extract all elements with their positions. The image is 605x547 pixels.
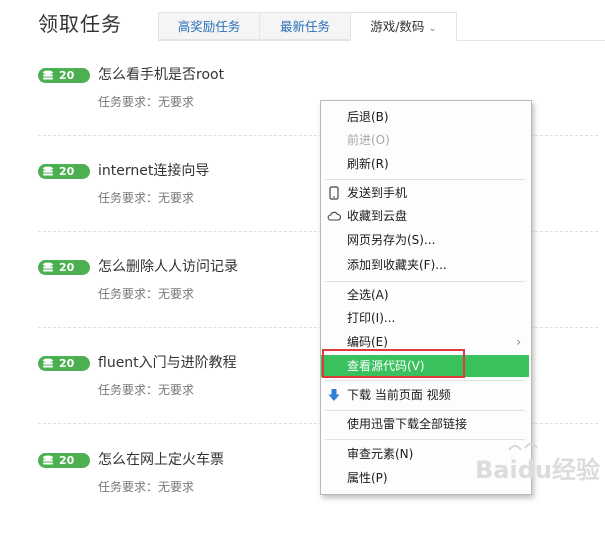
menu-item-save-to-cloud[interactable]: 收藏到云盘 <box>321 205 529 227</box>
svg-text:Baidu经验: Baidu经验 <box>475 456 600 484</box>
reward-badge: 20 <box>38 68 90 83</box>
phone-icon <box>329 186 339 200</box>
task-title-link[interactable]: 怎么在网上定火车票 <box>98 451 224 469</box>
task-title-link[interactable]: 怎么看手机是否root <box>98 66 224 84</box>
task-requirement: 任务要求：无要求 <box>98 287 195 301</box>
menu-separator <box>325 380 525 381</box>
reward-amount: 20 <box>59 261 75 274</box>
baidu-jingyan-watermark: Baidu经验 <box>475 443 600 484</box>
tab-games-digital[interactable]: 游戏/数码 ⌄ <box>350 12 457 41</box>
tab-high-reward[interactable]: 高奖励任务 <box>158 12 260 40</box>
menu-item-print[interactable]: 打印(I)... <box>321 307 529 329</box>
context-menu: 后退(B) 前进(O) 刷新(R) 发送到手机 收藏到云盘 网页另存为(S)..… <box>320 100 532 495</box>
reward-amount: 20 <box>59 165 75 178</box>
coin-stack-icon <box>43 262 53 272</box>
coin-stack-icon <box>43 455 53 465</box>
task-title-link[interactable]: fluent入门与进阶教程 <box>98 354 237 372</box>
menu-item-save-page-as[interactable]: 网页另存为(S)... <box>321 229 529 251</box>
tab-latest[interactable]: 最新任务 <box>259 12 351 40</box>
menu-item-refresh[interactable]: 刷新(R) <box>321 153 529 175</box>
menu-separator <box>325 179 525 180</box>
menu-item-view-source[interactable]: 查看源代码(V) <box>321 355 529 377</box>
menu-separator <box>325 410 525 411</box>
tab-label: 最新任务 <box>279 19 330 34</box>
menu-item-select-all[interactable]: 全选(A) <box>321 284 529 306</box>
download-arrow-icon <box>328 389 340 401</box>
reward-amount: 20 <box>59 454 75 467</box>
menu-item-encoding[interactable]: 编码(E) › <box>321 331 529 353</box>
task-requirement: 任务要求：无要求 <box>98 191 195 205</box>
menu-separator <box>325 281 525 282</box>
reward-amount: 20 <box>59 69 75 82</box>
menu-item-thunder-download-all[interactable]: 使用迅雷下载全部链接 <box>321 413 529 435</box>
reward-badge: 20 <box>38 356 90 371</box>
task-requirement: 任务要求：无要求 <box>98 480 195 494</box>
tab-label: 游戏/数码 <box>370 19 425 34</box>
reward-badge: 20 <box>38 453 90 468</box>
menu-item-download-video[interactable]: 下载 当前页面 视频 <box>321 384 529 406</box>
menu-item-forward: 前进(O) <box>347 133 390 147</box>
page-title: 领取任务 <box>38 12 122 36</box>
coin-stack-icon <box>43 70 53 80</box>
task-title-link[interactable]: 怎么删除人人访问记录 <box>98 258 238 276</box>
task-title-link[interactable]: internet连接向导 <box>98 162 209 180</box>
menu-item-send-to-phone[interactable]: 发送到手机 <box>321 182 529 204</box>
tab-label: 高奖励任务 <box>177 19 241 34</box>
coin-stack-icon <box>43 166 53 176</box>
chevron-right-icon: › <box>516 335 521 349</box>
menu-item-add-to-favorites[interactable]: 添加到收藏夹(F)... <box>321 254 529 276</box>
reward-badge: 20 <box>38 164 90 179</box>
cloud-icon <box>327 211 341 221</box>
task-requirement: 任务要求：无要求 <box>98 95 195 109</box>
coin-stack-icon <box>43 358 53 368</box>
task-requirement: 任务要求：无要求 <box>98 383 195 397</box>
reward-amount: 20 <box>59 357 75 370</box>
menu-item-back[interactable]: 后退(B) <box>321 106 529 128</box>
chevron-down-icon: ⌄ <box>428 23 437 34</box>
reward-badge: 20 <box>38 260 90 275</box>
